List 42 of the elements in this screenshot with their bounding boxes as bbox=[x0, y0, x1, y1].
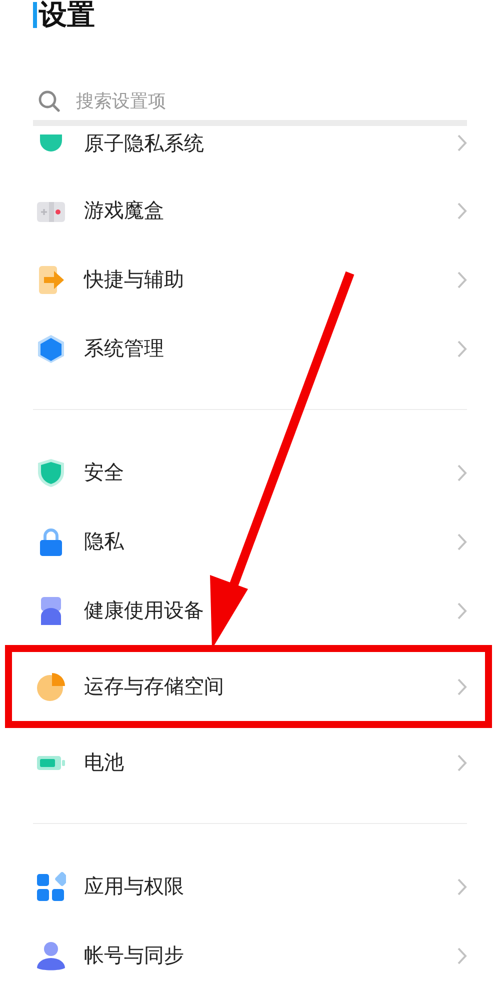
chevron-icon bbox=[457, 754, 467, 772]
item-label: 隐私 bbox=[84, 528, 125, 555]
chevron-icon bbox=[457, 340, 467, 358]
settings-item[interactable]: 快捷与辅助 bbox=[12, 245, 485, 314]
chevron-icon bbox=[457, 202, 467, 220]
item-label: 帐号与同步 bbox=[84, 942, 185, 969]
item-label: 原子隐私系统 bbox=[84, 130, 205, 156]
chevron-icon bbox=[457, 602, 467, 620]
chevron-icon bbox=[457, 270, 467, 288]
settings-item[interactable]: 原子隐私系统 bbox=[12, 126, 485, 160]
settings-item[interactable]: 健康使用设备 bbox=[12, 576, 485, 645]
settings-item[interactable]: 隐私 bbox=[12, 507, 485, 576]
accent-bar bbox=[33, 2, 37, 28]
item-label: 电池 bbox=[84, 749, 125, 776]
page-title: 设置 bbox=[39, 0, 95, 32]
search-icon bbox=[38, 90, 60, 112]
chevron-icon bbox=[457, 532, 467, 550]
settings-item[interactable]: 游戏魔盒 bbox=[12, 176, 485, 245]
chevron-icon bbox=[457, 464, 467, 482]
chevron-icon bbox=[457, 678, 467, 696]
item-label: 应用与权限 bbox=[84, 873, 185, 900]
settings-item[interactable]: 电池 bbox=[12, 728, 485, 797]
item-label: 快捷与辅助 bbox=[84, 266, 185, 293]
pie-chart-icon bbox=[36, 672, 66, 702]
settings-item[interactable]: 应用与权限 bbox=[12, 852, 485, 921]
item-label: 健康使用设备 bbox=[84, 597, 205, 624]
person-icon bbox=[36, 940, 66, 970]
settings-item[interactable]: 帐号与同步 bbox=[12, 921, 485, 990]
settings-item[interactable]: 运存与存储空间 bbox=[12, 652, 485, 721]
arrow-icon bbox=[36, 264, 66, 294]
item-label: 系统管理 bbox=[84, 335, 165, 362]
apps-grid-icon bbox=[36, 872, 66, 902]
settings-item[interactable]: 系统管理 bbox=[12, 314, 485, 383]
chevron-icon bbox=[457, 134, 467, 152]
chevron-icon bbox=[457, 878, 467, 896]
item-label: 运存与存储空间 bbox=[84, 673, 225, 700]
item-label: 安全 bbox=[84, 459, 125, 486]
item-label: 游戏魔盒 bbox=[84, 197, 165, 224]
search-field[interactable]: 搜索设置项 bbox=[76, 90, 376, 112]
settings-item[interactable]: 安全 bbox=[12, 438, 485, 507]
chevron-icon bbox=[457, 946, 467, 964]
hexagon-icon bbox=[36, 334, 66, 364]
